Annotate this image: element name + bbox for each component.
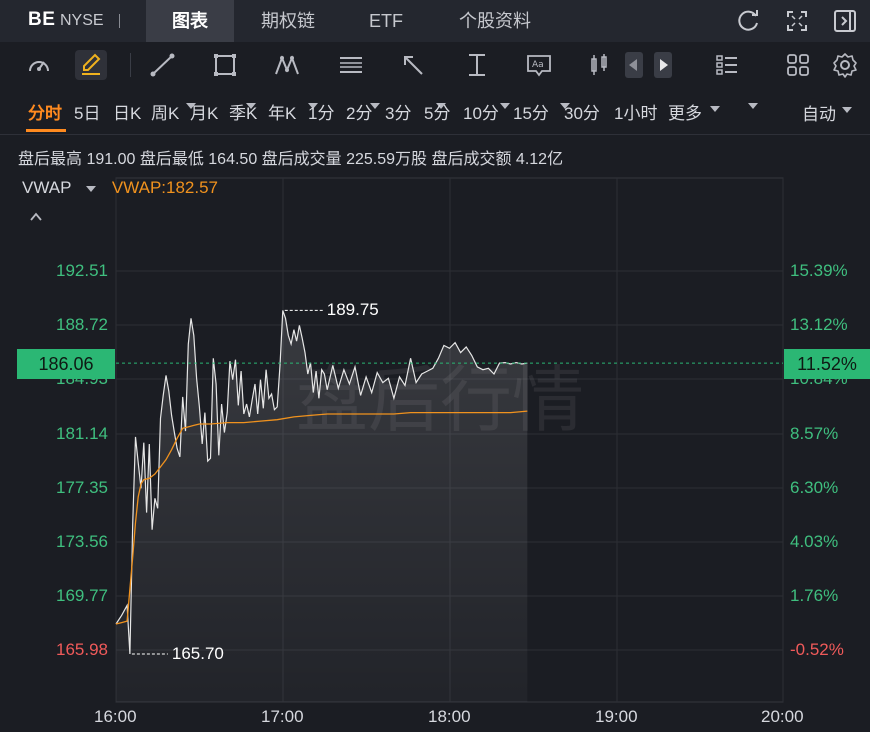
percent-tick-label: 15.39% [790, 261, 848, 280]
percent-tick-label: 4.03% [790, 532, 839, 551]
percent-tick-label: -0.52% [790, 640, 844, 659]
high-price-label: 189.75 [326, 300, 379, 320]
percent-tick-label: 1.76% [790, 586, 839, 605]
current-price-badge: 186.06 [17, 349, 115, 379]
time-tick-label: 18:00 [428, 707, 471, 726]
time-tick-label: 16:00 [94, 707, 137, 726]
vwap-value: VWAP:182.57 [111, 178, 219, 197]
price-tick-label: 165.98 [56, 640, 108, 659]
price-tick-label: 192.51 [56, 261, 108, 280]
percent-tick-label: 8.57% [790, 424, 839, 443]
percent-tick-label: 13.12% [790, 315, 848, 334]
price-tick-label: 169.77 [56, 586, 108, 605]
chevron-down-icon[interactable] [86, 186, 96, 192]
price-chart[interactable]: 盘后行情 [0, 0, 870, 732]
low-price-label: 165.70 [171, 644, 224, 663]
price-tick-label: 173.56 [56, 532, 108, 551]
time-tick-label: 17:00 [261, 707, 304, 726]
chevron-up-icon[interactable] [30, 210, 42, 222]
price-tick-label: 188.72 [56, 315, 108, 334]
indicator-header: VWAP VWAP:182.57 [22, 178, 218, 198]
time-tick-label: 20:00 [761, 707, 804, 726]
indicator-name[interactable]: VWAP [22, 178, 71, 197]
price-tick-label: 181.14 [56, 424, 108, 443]
current-percent-badge: 11.52% [784, 349, 870, 379]
percent-tick-label: 6.30% [790, 478, 839, 497]
time-tick-label: 19:00 [595, 707, 638, 726]
price-tick-label: 177.35 [56, 478, 108, 497]
